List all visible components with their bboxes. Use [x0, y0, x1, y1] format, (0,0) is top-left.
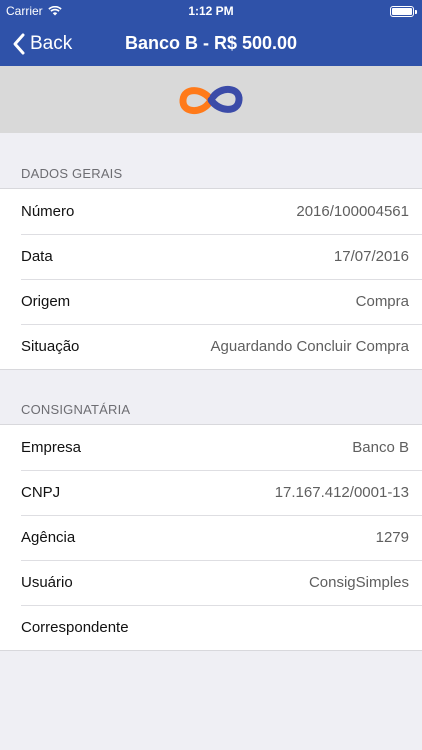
status-bar: Carrier 1:12 PM [0, 0, 422, 22]
section-title-consignataria: CONSIGNATÁRIA [21, 402, 131, 417]
row-empresa[interactable]: Empresa Banco B [0, 425, 422, 470]
row-label: CNPJ [21, 484, 61, 501]
row-label: Número [21, 203, 75, 220]
row-label: Data [21, 248, 53, 265]
page-title: Banco B - R$ 500.00 [124, 33, 298, 53]
row-label: Usuário [21, 574, 73, 591]
row-value: 2016/100004561 [296, 203, 409, 220]
row-value: Banco B [352, 439, 409, 456]
row-label: Empresa [21, 439, 82, 456]
row-value: Compra [355, 293, 409, 310]
logo-banner [0, 66, 422, 133]
row-agencia[interactable]: Agência 1279 [0, 515, 422, 560]
dados-gerais-group: Número 2016/100004561 Data 17/07/2016 Or… [0, 188, 422, 370]
row-label: Origem [21, 293, 71, 310]
row-value: 1279 [375, 529, 409, 546]
row-value: 17/07/2016 [333, 248, 409, 265]
row-label: Correspondente [21, 619, 129, 636]
row-cnpj[interactable]: CNPJ 17.167.412/0001-13 [0, 470, 422, 515]
row-origem[interactable]: Origem Compra [0, 279, 422, 324]
row-value: 17.167.412/0001-13 [274, 484, 409, 501]
row-label: Agência [21, 529, 76, 546]
battery-icon [390, 6, 417, 17]
navigation-header: Carrier 1:12 PM Back Banco B - R$ 500.00 [0, 0, 422, 66]
row-label: Situação [21, 338, 80, 355]
consignataria-group: Empresa Banco B CNPJ 17.167.412/0001-13 … [0, 424, 422, 651]
infinity-logo-icon [179, 85, 243, 114]
row-correspondente[interactable]: Correspondente [0, 605, 422, 650]
section-title-dados-gerais: DADOS GERAIS [21, 166, 123, 181]
row-data[interactable]: Data 17/07/2016 [0, 234, 422, 279]
row-numero[interactable]: Número 2016/100004561 [0, 189, 422, 234]
battery-level [392, 8, 412, 15]
row-value: ConsigSimples [308, 574, 409, 591]
row-value: Aguardando Concluir Compra [210, 338, 409, 355]
row-usuario[interactable]: Usuário ConsigSimples [0, 560, 422, 605]
navigation-bar: Back Banco B - R$ 500.00 [0, 22, 422, 66]
row-situacao[interactable]: Situação Aguardando Concluir Compra [0, 324, 422, 369]
status-time: 1:12 PM [188, 4, 234, 18]
